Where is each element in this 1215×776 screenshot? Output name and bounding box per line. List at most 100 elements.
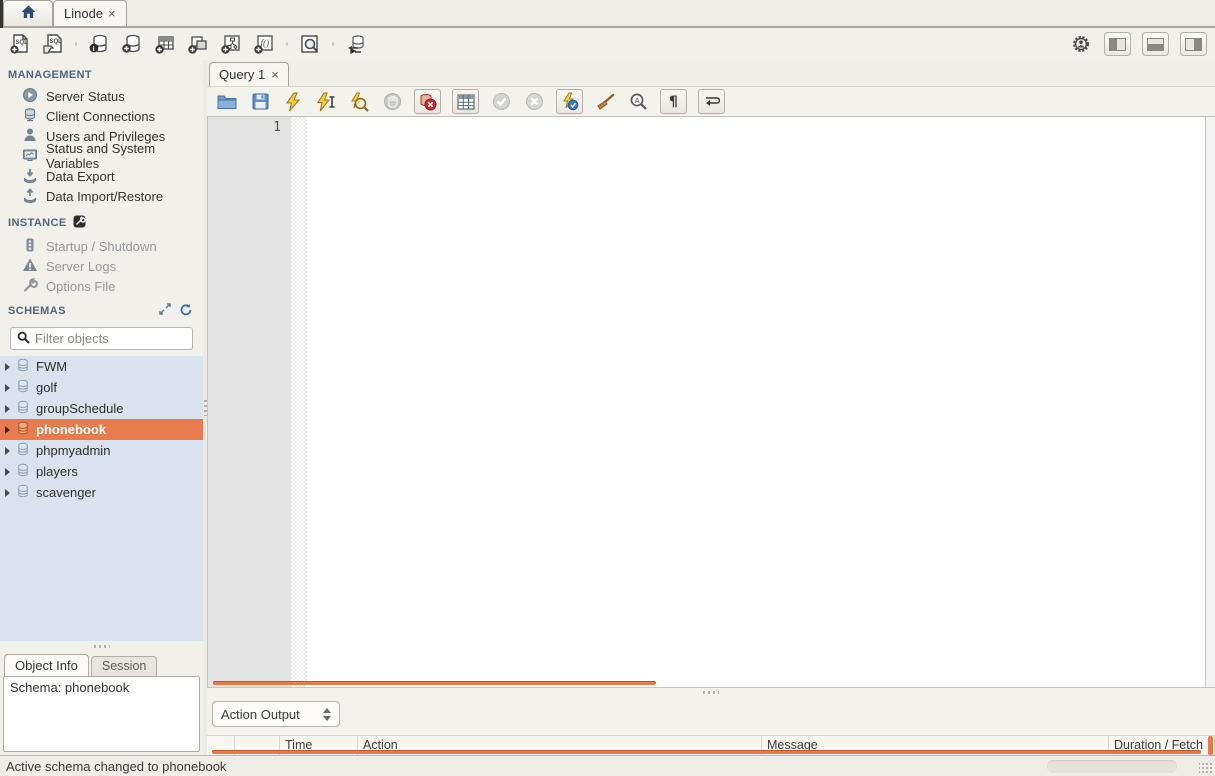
line-number-gutter: 1 bbox=[208, 117, 291, 687]
schema-name: groupSchedule bbox=[36, 401, 123, 416]
sidebar-horizontal-splitter[interactable] bbox=[0, 641, 203, 651]
sidebar-item-data-export[interactable]: Data Export bbox=[0, 166, 203, 186]
create-procedure-button[interactable] bbox=[219, 32, 243, 56]
rollback-button[interactable] bbox=[523, 91, 545, 113]
expander-icon[interactable] bbox=[5, 489, 10, 497]
find-button[interactable]: A bbox=[627, 91, 649, 113]
refresh-schemas-icon[interactable] bbox=[177, 301, 193, 317]
expander-icon[interactable] bbox=[5, 363, 10, 371]
create-table-button[interactable] bbox=[153, 32, 177, 56]
commit-button[interactable] bbox=[490, 91, 512, 113]
toggle-autocommit-button[interactable] bbox=[556, 89, 583, 114]
tab-session[interactable]: Session bbox=[91, 656, 157, 676]
admin-gear-icon[interactable] bbox=[1069, 32, 1093, 56]
toggle-left-panel-button[interactable] bbox=[1104, 32, 1131, 56]
reconnect-database-button[interactable] bbox=[344, 32, 368, 56]
sidebar-item-startup-shutdown[interactable]: Startup / Shutdown bbox=[0, 236, 203, 256]
toggle-bottom-panel-button[interactable] bbox=[1142, 32, 1169, 56]
search-data-button[interactable] bbox=[298, 32, 322, 56]
output-view-selector[interactable]: Action Output bbox=[212, 701, 340, 727]
sidebar-item-label: Options File bbox=[46, 279, 115, 294]
save-script-button[interactable] bbox=[249, 91, 271, 113]
schema-icon bbox=[16, 358, 30, 375]
toggle-invisible-chars-button[interactable]: ¶ bbox=[660, 89, 687, 114]
database-inspector-button[interactable]: i bbox=[87, 32, 111, 56]
code-area[interactable] bbox=[307, 117, 1205, 687]
object-info-tabbar: Object Info Session bbox=[0, 651, 203, 676]
expander-icon[interactable] bbox=[5, 447, 10, 455]
explain-button[interactable] bbox=[348, 91, 370, 113]
expander-icon[interactable] bbox=[5, 384, 10, 392]
close-query-tab-icon[interactable]: × bbox=[271, 68, 279, 81]
create-function-button[interactable]: f() bbox=[252, 32, 276, 56]
instance-wrench-icon bbox=[73, 215, 86, 231]
expander-icon[interactable] bbox=[5, 426, 10, 434]
server-logs-icon bbox=[22, 257, 38, 276]
output-splitter[interactable] bbox=[207, 687, 1215, 696]
output-horizontal-scrollbar-thumb[interactable] bbox=[212, 750, 1201, 754]
selector-spinner-icon bbox=[323, 708, 331, 721]
sidebar-item-server-status[interactable]: Server Status bbox=[0, 86, 203, 106]
svg-text:SQL: SQL bbox=[16, 40, 29, 46]
svg-text:SQL: SQL bbox=[50, 39, 63, 45]
schema-row-phonebook[interactable]: phonebook bbox=[0, 419, 203, 440]
expander-icon[interactable] bbox=[5, 468, 10, 476]
open-sql-script-button[interactable]: SQL bbox=[41, 32, 65, 56]
create-view-button[interactable] bbox=[186, 32, 210, 56]
sidebar-item-system-variables[interactable]: Status and System Variables bbox=[0, 146, 203, 166]
schema-row-groupschedule[interactable]: groupSchedule bbox=[0, 398, 203, 419]
toggle-stop-on-error-button[interactable] bbox=[414, 89, 441, 114]
toggle-right-panel-button[interactable] bbox=[1180, 32, 1207, 56]
query-tab[interactable]: Query 1 × bbox=[209, 62, 289, 86]
sidebar-item-server-logs[interactable]: Server Logs bbox=[0, 256, 203, 276]
connection-tab[interactable]: Linode × bbox=[53, 0, 127, 26]
data-export-icon bbox=[22, 167, 38, 186]
tab-object-info[interactable]: Object Info bbox=[4, 654, 89, 676]
execute-current-button[interactable] bbox=[315, 91, 337, 113]
execute-button[interactable] bbox=[282, 91, 304, 113]
pilcrow-icon: ¶ bbox=[669, 94, 678, 110]
editor-vertical-scrollbar[interactable] bbox=[1205, 117, 1215, 687]
connection-tab-label: Linode bbox=[64, 6, 103, 21]
sidebar-item-client-connections[interactable]: Client Connections bbox=[0, 106, 203, 126]
instance-section-title: INSTANCE bbox=[0, 206, 203, 236]
schema-row-fwm[interactable]: FWM bbox=[0, 356, 203, 377]
svg-text:i: i bbox=[93, 45, 95, 53]
sidebar-item-options-file[interactable]: Options File bbox=[0, 276, 203, 296]
schema-row-scavenger[interactable]: scavenger bbox=[0, 482, 203, 503]
beautify-button[interactable] bbox=[594, 91, 616, 113]
stop-button[interactable] bbox=[381, 91, 403, 113]
output-vertical-scrollbar-thumb[interactable] bbox=[1208, 736, 1213, 755]
sidebar-item-label: Startup / Shutdown bbox=[46, 239, 157, 254]
toggle-wrap-button[interactable] bbox=[698, 89, 725, 114]
svg-text:f(): f() bbox=[261, 38, 270, 48]
schema-row-golf[interactable]: golf bbox=[0, 377, 203, 398]
sql-code-editor[interactable]: 1 bbox=[207, 117, 1215, 687]
new-sql-tab-button[interactable]: SQL bbox=[8, 32, 32, 56]
sidebar-item-label: Data Import/Restore bbox=[46, 189, 163, 204]
schema-icon bbox=[16, 484, 30, 501]
toolbar-separator bbox=[286, 42, 288, 46]
data-import-icon bbox=[22, 187, 38, 206]
server-status-icon bbox=[22, 87, 38, 106]
open-script-button[interactable] bbox=[216, 91, 238, 113]
limit-rows-button[interactable] bbox=[452, 89, 479, 114]
create-schema-button[interactable] bbox=[120, 32, 144, 56]
close-tab-icon[interactable]: × bbox=[108, 7, 116, 20]
resize-grip[interactable] bbox=[1199, 761, 1213, 774]
schema-row-players[interactable]: players bbox=[0, 461, 203, 482]
schema-row-phpmyadmin[interactable]: phpmyadmin bbox=[0, 440, 203, 461]
expand-schemas-icon[interactable] bbox=[157, 301, 173, 317]
window-tabbar: Linode × bbox=[0, 0, 1215, 28]
sidebar-item-label: Data Export bbox=[46, 169, 115, 184]
expander-icon[interactable] bbox=[5, 405, 10, 413]
editor-horizontal-scrollbar-thumb[interactable] bbox=[213, 681, 656, 685]
home-tab[interactable] bbox=[3, 0, 53, 26]
right-panel-icon bbox=[1185, 38, 1202, 51]
mysql-workbench-window: Linode × SQL SQL i f() MANAGEMENT Server… bbox=[0, 0, 1215, 776]
filter-objects-input[interactable] bbox=[35, 331, 186, 346]
query-tabstrip: Query 1 × bbox=[207, 60, 1215, 86]
system-variables-icon bbox=[22, 147, 38, 166]
sidebar-item-data-import[interactable]: Data Import/Restore bbox=[0, 186, 203, 206]
status-message: Active schema changed to phonebook bbox=[6, 759, 226, 774]
